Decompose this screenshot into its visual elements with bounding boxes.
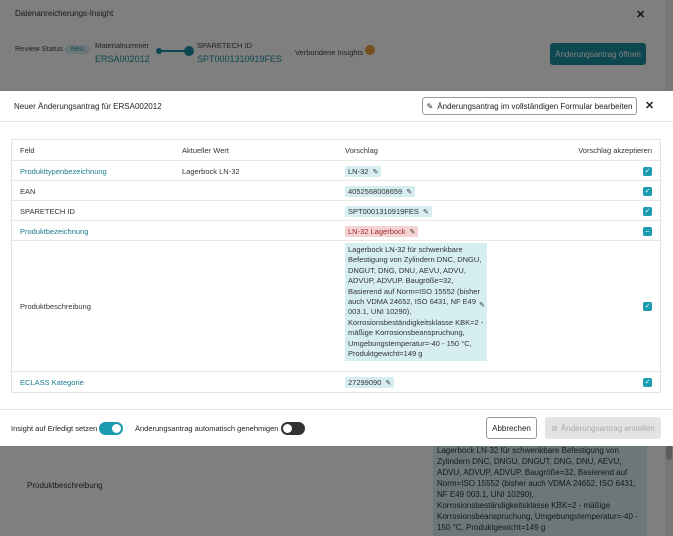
insight-done-label: Insight auf Erledigt setzen: [11, 424, 98, 433]
table-row: EAN 4052568008659 ✎ ✓: [12, 181, 660, 201]
cancel-button[interactable]: Abbrechen: [486, 417, 537, 439]
table-row: ECLASS Kategorie 27299090 ✎ ✓: [20, 377, 652, 388]
auto-approve-toggle[interactable]: [281, 422, 305, 435]
column-header-field: Feld: [20, 146, 35, 155]
suggestion-chip[interactable]: SPT0001310919FES ✎: [345, 206, 432, 217]
table-row: Produktbeschreibung Lagerbock LN-32 für …: [12, 241, 660, 372]
accept-checkbox[interactable]: ✓: [643, 378, 652, 387]
edit-pencil-icon[interactable]: ✎: [410, 228, 416, 236]
accept-checkbox[interactable]: ✓: [643, 167, 652, 176]
accept-checkbox[interactable]: ✓: [643, 302, 652, 311]
edit-pencil-icon: ✎: [426, 101, 434, 111]
suggestion-chip[interactable]: 27299090 ✎: [345, 377, 395, 388]
modal-header: Neuer Änderungsantrag für ERSA002012 ✎ Ä…: [0, 91, 673, 122]
edit-pencil-icon[interactable]: ✎: [479, 301, 485, 309]
table-row: SPARETECH ID SPT0001310919FES ✎ ✓: [12, 201, 660, 221]
edit-pencil-icon[interactable]: ✎: [385, 379, 391, 387]
suggestion-chip-conflict[interactable]: LN-32 Lagerbock ✎: [345, 226, 419, 237]
edit-pencil-icon[interactable]: ✎: [406, 188, 412, 196]
suggestion-chip[interactable]: 4052568008659 ✎: [345, 186, 416, 197]
column-header-accept: Vorschlag akzeptieren: [578, 146, 652, 155]
suggestion-chip[interactable]: LN-32 ✎: [345, 166, 382, 177]
modal-title: Neuer Änderungsantrag für ERSA002012: [14, 102, 162, 111]
table-row: Produkttypenbezeichnung Lagerbock LN-32 …: [12, 161, 660, 181]
accept-checkbox[interactable]: ✓: [643, 207, 652, 216]
edit-pencil-icon[interactable]: ✎: [372, 168, 378, 176]
create-request-button[interactable]: ⊘ Änderungsantrag erstellen: [545, 417, 661, 439]
modal-footer: Insight auf Erledigt setzen Änderungsant…: [0, 409, 673, 446]
auto-approve-label: Änderungsantrag automatisch genehmigen: [135, 424, 279, 433]
suggestion-table: Feld Aktueller Wert Vorschlag Vorschlag …: [11, 139, 661, 393]
insight-done-toggle[interactable]: [99, 422, 123, 435]
accept-checkbox-partial[interactable]: –: [643, 227, 652, 236]
edit-full-form-button[interactable]: ✎ Änderungsantrag im vollständigen Formu…: [422, 97, 637, 115]
accept-checkbox[interactable]: ✓: [643, 187, 652, 196]
change-request-modal: Neuer Änderungsantrag für ERSA002012 ✎ Ä…: [0, 91, 673, 446]
table-header: Feld Aktueller Wert Vorschlag Vorschlag …: [12, 140, 660, 161]
suggestion-multiline[interactable]: Lagerbock LN-32 für schwenkbare Befestig…: [345, 243, 487, 362]
modal-close-icon[interactable]: ✕: [645, 99, 654, 112]
table-row: Produktbezeichnung LN-32 Lagerbock ✎ –: [12, 221, 660, 241]
edit-pencil-icon[interactable]: ✎: [423, 208, 429, 216]
column-header-current: Aktueller Wert: [182, 146, 229, 155]
check-circle-icon: ⊘: [551, 423, 558, 433]
column-header-suggestion: Vorschlag: [345, 146, 378, 155]
